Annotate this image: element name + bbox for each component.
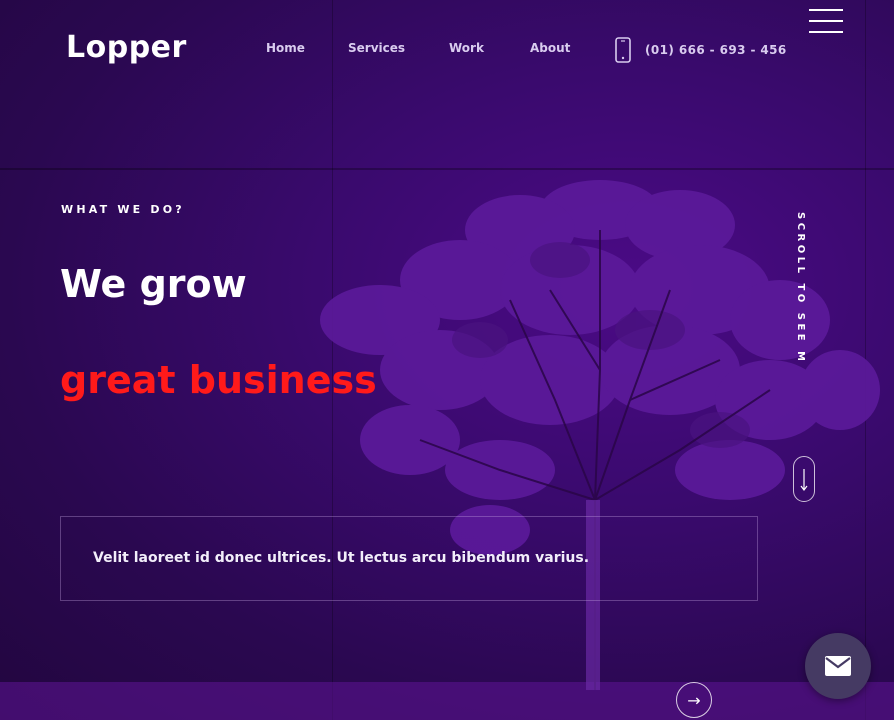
hamburger-menu-icon[interactable] <box>809 9 843 33</box>
arrow-down-icon <box>800 469 808 491</box>
arrow-right-icon: → <box>687 690 701 710</box>
nav-item-services[interactable]: Services <box>348 41 405 55</box>
site-logo[interactable]: Lopper <box>66 30 187 65</box>
phone-number[interactable]: (01) 666 - 693 - 456 <box>645 43 787 57</box>
hero-quote-text: Velit laoreet id donec ultrices. Ut lect… <box>93 550 590 566</box>
hero-heading-line2: great business <box>60 358 377 402</box>
nav-item-about[interactable]: About <box>530 41 570 55</box>
hero-quote-box: Velit laoreet id donec ultrices. Ut lect… <box>60 516 758 601</box>
nav-item-work[interactable]: Work <box>449 41 484 55</box>
nav-item-home[interactable]: Home <box>266 41 305 55</box>
envelope-icon <box>825 656 851 676</box>
contact-mail-button[interactable] <box>805 633 871 699</box>
scroll-down-button[interactable] <box>793 456 815 502</box>
scroll-hint: SCROLL TO SEE MORE <box>776 210 816 398</box>
smartphone-icon <box>615 37 631 63</box>
hero-heading-line1: We grow <box>60 262 247 306</box>
next-slide-button[interactable]: → <box>676 682 712 718</box>
hero-eyebrow: WHAT WE DO? <box>61 203 185 216</box>
scroll-hint-line1: SCROLL TO SEE MORE <box>795 212 806 360</box>
